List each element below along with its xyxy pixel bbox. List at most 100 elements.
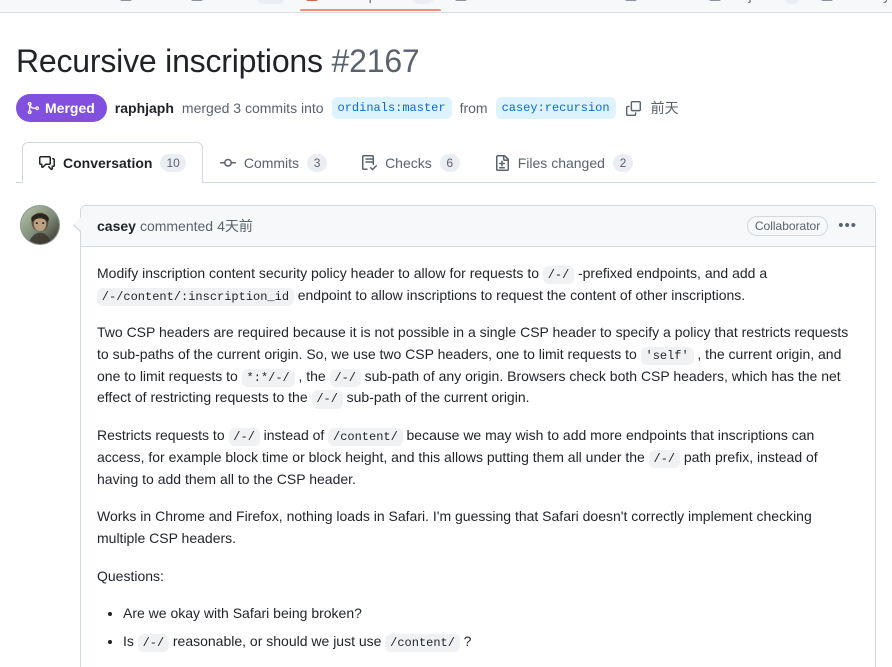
avatar-column xyxy=(20,205,80,667)
tab-files-changed[interactable]: Files changed 2 xyxy=(477,142,650,183)
tab-label: Conversation xyxy=(63,155,153,171)
comment-paragraph-1: Modify inscription content security poli… xyxy=(97,263,859,306)
repo-nav-label: Projects xyxy=(727,0,778,3)
comment-author[interactable]: casey xyxy=(97,218,136,234)
list-item: Are we okay with Safari being broken? xyxy=(123,603,859,625)
git-pull-request-icon xyxy=(306,0,319,1)
list-item: Is /-/ reasonable, or should we just use… xyxy=(123,631,859,653)
merge-timestamp: 前天 xyxy=(650,100,679,116)
comment-card: casey commented 4天前 Collaborator ••• Mod… xyxy=(73,205,876,667)
tab-conversation[interactable]: Conversation 10 xyxy=(22,142,203,183)
comment-paragraph-2: Two CSP headers are required because it … xyxy=(97,322,859,409)
checklist-icon xyxy=(361,155,378,171)
inline-code: /-/ xyxy=(648,449,680,468)
table-icon xyxy=(708,0,721,1)
git-commit-icon xyxy=(219,155,236,171)
text-run: instead of xyxy=(259,427,329,444)
inline-code: /content/ xyxy=(328,427,403,447)
page-title: Recursive inscriptions #2167 xyxy=(16,41,876,81)
repository-nav: Code Issues 322 Pull requests 22 Discuss… xyxy=(0,0,892,13)
repo-nav-item-issues[interactable]: Issues 322 xyxy=(189,0,288,10)
comment-discussion-icon xyxy=(455,0,468,1)
avatar[interactable] xyxy=(20,205,60,245)
tab-label: Commits xyxy=(243,155,300,171)
inline-code: /content/ xyxy=(385,633,460,653)
text-run: Restricts requests to xyxy=(97,427,229,444)
repo-nav-item-pull-requests[interactable]: Pull requests 22 xyxy=(300,0,442,11)
repo-nav-count: 22 xyxy=(411,0,436,4)
text-run: Is xyxy=(123,632,138,649)
questions-list: Are we okay with Safari being broken? Is… xyxy=(97,603,859,653)
repo-nav-label: Issues xyxy=(209,0,249,3)
pr-number: #2167 xyxy=(331,43,420,79)
tab-counter: 3 xyxy=(307,154,328,172)
pull-request-tabs: Conversation 10 Commits 3 Checks 6 Files… xyxy=(16,142,876,183)
pull-request-page: Recursive inscriptions #2167 Merged raph… xyxy=(0,13,892,667)
repo-nav-count: 322 xyxy=(255,0,287,4)
comment-body: Modify inscription content security poli… xyxy=(81,247,875,667)
comment-action: commented xyxy=(139,218,214,234)
tab-label: Checks xyxy=(385,155,432,171)
text-run: reasonable, or should we just use xyxy=(168,632,386,649)
repo-nav-item-discussions[interactable]: Discussions xyxy=(453,0,550,10)
tab-counter: 6 xyxy=(439,154,460,172)
text-run: , the xyxy=(294,367,330,384)
inline-code: *:*/-/ xyxy=(241,368,295,387)
text-run: sub-path of the current origin. xyxy=(342,389,530,406)
inline-code: 'self' xyxy=(640,346,694,366)
comment-header-actions: Collaborator ••• xyxy=(746,216,859,236)
copy-icon[interactable] xyxy=(624,100,643,116)
repo-nav-item-actions[interactable]: Actions xyxy=(623,0,691,10)
text-run: Modify inscription content security poli… xyxy=(97,265,543,281)
repo-nav-item-security[interactable]: Security xyxy=(819,0,892,10)
repo-nav-label: Actions xyxy=(643,0,689,3)
shield-icon xyxy=(821,0,834,1)
comment-paragraph-4: Works in Chrome and Firefox, nothing loa… xyxy=(97,508,812,546)
merger-username[interactable]: raphjaph xyxy=(115,100,174,116)
issue-opened-icon xyxy=(191,0,204,1)
tab-label: Files changed xyxy=(517,155,605,171)
tab-checks[interactable]: Checks 6 xyxy=(344,142,477,183)
text-run: ? xyxy=(459,632,472,649)
role-badge: Collaborator xyxy=(746,216,829,236)
repo-nav-item-projects[interactable]: Projects 1 xyxy=(707,0,804,10)
tab-counter: 2 xyxy=(612,154,633,172)
inline-code: /-/ xyxy=(137,633,169,653)
comment-paragraph-5: Questions: xyxy=(97,567,164,584)
status-badge: Merged xyxy=(16,94,107,122)
kebab-menu-icon[interactable]: ••• xyxy=(836,218,859,233)
repo-nav-label: Pull requests xyxy=(324,0,405,3)
comment-discussion-icon xyxy=(39,155,55,171)
inline-code: /-/ xyxy=(329,368,361,387)
pr-state-line: Merged raphjaph merged 3 commits into or… xyxy=(16,94,876,122)
text-run: endpoint to allow inscriptions to reques… xyxy=(293,286,746,303)
pull-request-header: Recursive inscriptions #2167 Merged raph… xyxy=(16,13,876,122)
inline-code: /-/ xyxy=(311,390,343,409)
tab-counter: 10 xyxy=(160,154,186,172)
git-merge-icon xyxy=(26,101,40,115)
timeline: casey commented 4天前 Collaborator ••• Mod… xyxy=(16,183,876,667)
text-run: -prefixed endpoints, and add a xyxy=(574,265,768,281)
inline-code: /-/ xyxy=(542,265,575,285)
pr-title-text: Recursive inscriptions xyxy=(16,43,323,79)
code-icon xyxy=(120,0,132,1)
tab-commits[interactable]: Commits 3 xyxy=(203,142,344,183)
play-icon xyxy=(624,0,637,1)
base-branch-chip[interactable]: ordinals:master xyxy=(331,97,452,119)
repo-nav-label: Security xyxy=(839,0,890,3)
file-diff-icon xyxy=(494,155,510,171)
head-branch-chip[interactable]: casey:recursion xyxy=(495,97,616,119)
inline-code: /-/content/:inscription_id xyxy=(97,287,294,306)
repository-nav-items: Code Issues 322 Pull requests 22 Discuss… xyxy=(0,0,892,11)
merge-text-from: from xyxy=(459,100,488,116)
comment-paragraph-3: Restricts requests to /-/ instead of /co… xyxy=(97,425,859,490)
repo-nav-count: 1 xyxy=(783,0,802,4)
repo-nav-label: Code xyxy=(138,0,171,3)
repo-nav-label: Discussions xyxy=(473,0,548,3)
comment-header: casey commented 4天前 Collaborator ••• xyxy=(81,206,875,247)
status-badge-label: Merged xyxy=(45,100,95,116)
repo-nav-item-code[interactable]: Code xyxy=(118,0,173,10)
merge-text-before: merged 3 commits into xyxy=(181,100,324,116)
inline-code: /-/ xyxy=(228,427,260,447)
comment-timestamp[interactable]: 4天前 xyxy=(217,216,253,236)
